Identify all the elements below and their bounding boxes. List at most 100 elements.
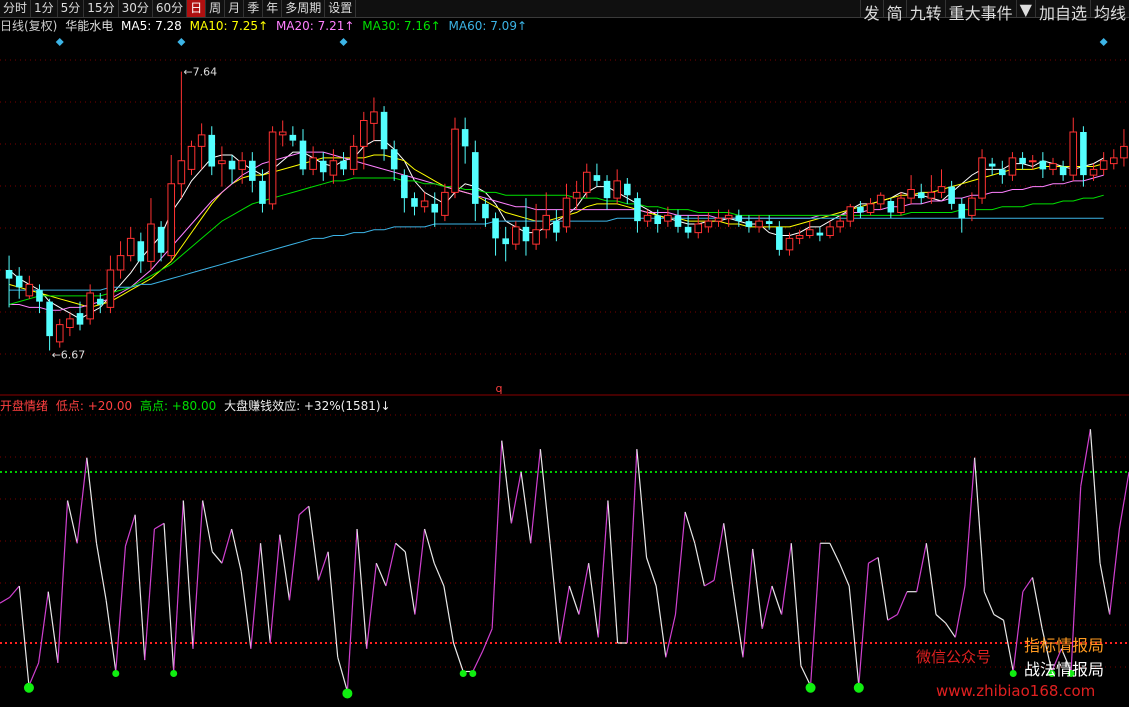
candle-body-up	[968, 197, 976, 216]
candle-body-down	[96, 298, 104, 305]
osc-segment	[395, 542, 406, 553]
candle-body-up	[795, 235, 804, 239]
candle-body-down	[208, 134, 216, 167]
stock-chart[interactable]: ←7.64←6.67q财	[0, 0, 1129, 707]
candle-body-up	[441, 191, 449, 216]
osc-segment	[993, 613, 1004, 621]
osc-segment	[568, 585, 580, 615]
osc-segment	[761, 585, 773, 629]
low-signal-dot	[1009, 670, 1017, 677]
osc-segment	[192, 500, 204, 649]
candle-body-up	[704, 220, 713, 228]
candle-body-down	[15, 275, 23, 288]
candle-body-up	[512, 226, 520, 245]
candle-body-up	[1099, 160, 1108, 170]
osc-segment	[887, 613, 898, 621]
candle-body-down	[46, 301, 53, 337]
low-signal-dot	[805, 682, 816, 693]
low-signal-dot	[469, 670, 477, 677]
osc-segment	[366, 563, 377, 649]
osc-segment	[481, 628, 493, 652]
osc-segment	[1089, 429, 1101, 564]
candle-body-down	[137, 241, 145, 262]
low-signal-dot	[459, 670, 467, 677]
candle-body-down	[776, 226, 783, 250]
candle-body-down	[522, 226, 530, 242]
candle-body-down	[380, 111, 388, 150]
osc-segment	[1012, 591, 1024, 672]
osc-segment	[308, 506, 320, 581]
osc-segment	[28, 662, 40, 686]
osc-segment	[182, 500, 194, 649]
candle-body-up	[309, 157, 317, 170]
watermark-brand1: 指标情报局	[1024, 636, 1105, 655]
candle-body-up	[572, 191, 581, 199]
candle-body-down	[684, 226, 692, 233]
candle-body-up	[116, 255, 125, 271]
candle-body-up	[218, 160, 226, 165]
osc-segment	[86, 457, 98, 544]
osc-segment	[665, 614, 677, 658]
osc-segment	[549, 543, 561, 644]
osc-segment	[202, 500, 213, 552]
osc-segment	[964, 457, 976, 587]
candle-body-up	[238, 160, 246, 170]
candle-body-up	[349, 145, 358, 170]
candle-body-up	[582, 171, 591, 193]
candle-body-down	[887, 201, 895, 213]
osc-segment	[588, 563, 599, 638]
candle-body-up	[805, 229, 814, 236]
osc-segment	[337, 657, 348, 692]
low-price-label: ←6.67	[52, 349, 86, 362]
low-signal-dot	[23, 682, 34, 693]
candle-body-up	[785, 237, 794, 251]
osc-segment	[288, 514, 300, 601]
osc-segment	[848, 585, 860, 686]
candle-body-up	[177, 160, 186, 185]
candle-body-up	[562, 197, 571, 228]
watermark-wechat: 微信公众号	[916, 648, 992, 666]
candle-body-down	[816, 232, 824, 236]
osc-segment	[452, 642, 464, 672]
candle-body-up	[1008, 157, 1017, 176]
candle-body-up	[978, 157, 986, 199]
candle-body-up	[836, 220, 844, 228]
osc-segment	[1002, 620, 1014, 672]
event-diamond-icon	[1099, 38, 1108, 46]
candle-body-down	[259, 180, 266, 204]
osc-segment	[404, 551, 416, 615]
osc-segment	[868, 556, 879, 564]
osc-segment	[385, 543, 397, 587]
candle-body-up	[1120, 145, 1128, 159]
osc-segment	[134, 514, 146, 661]
candle-body-down	[340, 160, 347, 170]
low-signal-dot	[112, 670, 120, 677]
candle-body-down	[299, 140, 307, 170]
osc-segment	[424, 528, 435, 564]
osc-segment	[510, 471, 522, 524]
candle-body-down	[634, 198, 641, 222]
low-signal-dot	[170, 670, 178, 677]
event-diamond-icon	[55, 38, 64, 46]
osc-segment	[327, 551, 339, 658]
osc-segment	[809, 543, 821, 686]
candle-body-up	[167, 183, 176, 257]
osc-segment	[607, 500, 619, 644]
candle-body-up	[927, 191, 936, 199]
candle-body-down	[1039, 160, 1047, 170]
candle-body-up	[876, 194, 885, 205]
osc-segment	[790, 543, 802, 666]
osc-segment	[250, 543, 262, 649]
candle-body-down	[624, 183, 631, 196]
candle-body-up	[1069, 131, 1078, 176]
osc-segment	[0, 596, 10, 604]
candle-body-down	[948, 186, 955, 204]
candle-body-down	[593, 175, 601, 181]
candle-body-up	[724, 214, 733, 219]
candle-body-down	[289, 134, 297, 141]
osc-segment	[520, 471, 532, 544]
candle-body-down	[1059, 166, 1067, 176]
osc-segment	[674, 511, 686, 615]
candle-body-down	[745, 221, 753, 227]
osc-segment	[269, 534, 281, 644]
